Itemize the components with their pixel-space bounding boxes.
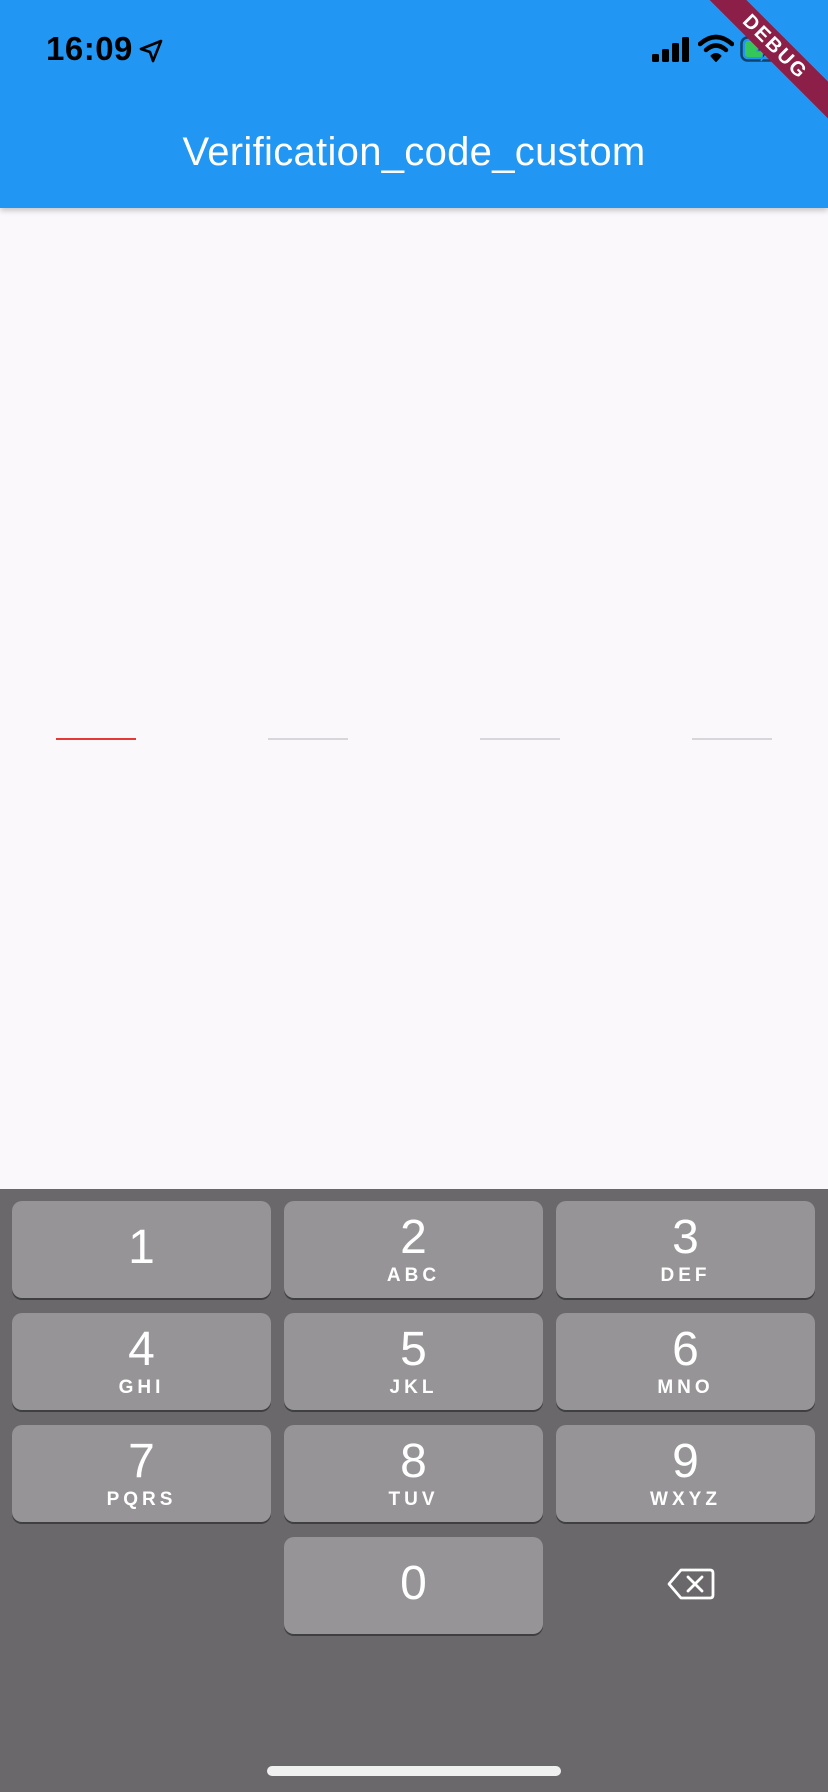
key-letters: ABC bbox=[386, 1265, 441, 1286]
code-slot-1-active[interactable] bbox=[56, 738, 136, 740]
wifi-icon bbox=[698, 34, 734, 62]
key-1[interactable]: 1 bbox=[12, 1201, 271, 1298]
key-digit: 4 bbox=[128, 1323, 155, 1376]
key-letters: WXYZ bbox=[650, 1489, 721, 1510]
location-arrow-icon bbox=[139, 39, 163, 63]
key-digit: 3 bbox=[672, 1211, 699, 1264]
key-digit: 1 bbox=[128, 1221, 155, 1274]
backspace-icon[interactable] bbox=[667, 1567, 715, 1601]
key-digit: 7 bbox=[128, 1435, 155, 1488]
key-digit: 9 bbox=[672, 1435, 699, 1488]
key-letters: DEF bbox=[660, 1265, 711, 1286]
numeric-keypad: 1 2 ABC 3 DEF 4 GHI 5 JKL 6 MNO 7 PQRS 8… bbox=[0, 1189, 828, 1792]
key-letters: MNO bbox=[657, 1377, 714, 1398]
key-letters: JKL bbox=[389, 1377, 438, 1398]
key-7[interactable]: 7 PQRS bbox=[12, 1425, 271, 1522]
key-digit: 8 bbox=[400, 1435, 427, 1488]
code-slot-4[interactable] bbox=[692, 738, 772, 740]
code-slot-2[interactable] bbox=[268, 738, 348, 740]
key-digit: 5 bbox=[400, 1323, 427, 1376]
key-digit: 2 bbox=[400, 1211, 427, 1264]
verification-content bbox=[0, 208, 828, 1189]
code-slot-3[interactable] bbox=[480, 738, 560, 740]
home-indicator[interactable] bbox=[267, 1766, 561, 1776]
key-2[interactable]: 2 ABC bbox=[284, 1201, 543, 1298]
key-digit: 0 bbox=[400, 1557, 427, 1610]
key-5[interactable]: 5 JKL bbox=[284, 1313, 543, 1410]
key-0[interactable]: 0 bbox=[284, 1537, 543, 1634]
key-letters: TUV bbox=[388, 1489, 439, 1510]
key-digit: 6 bbox=[672, 1323, 699, 1376]
cellular-signal-icon bbox=[652, 37, 689, 62]
app-bar: 16:09 Verification_code_custom bbox=[0, 0, 828, 208]
key-3[interactable]: 3 DEF bbox=[556, 1201, 815, 1298]
page-title: Verification_code_custom bbox=[182, 130, 646, 174]
key-letters: PQRS bbox=[106, 1489, 177, 1510]
key-8[interactable]: 8 TUV bbox=[284, 1425, 543, 1522]
key-6[interactable]: 6 MNO bbox=[556, 1313, 815, 1410]
status-time: 16:09 bbox=[46, 30, 133, 67]
key-9[interactable]: 9 WXYZ bbox=[556, 1425, 815, 1522]
key-4[interactable]: 4 GHI bbox=[12, 1313, 271, 1410]
key-letters: GHI bbox=[118, 1377, 165, 1398]
